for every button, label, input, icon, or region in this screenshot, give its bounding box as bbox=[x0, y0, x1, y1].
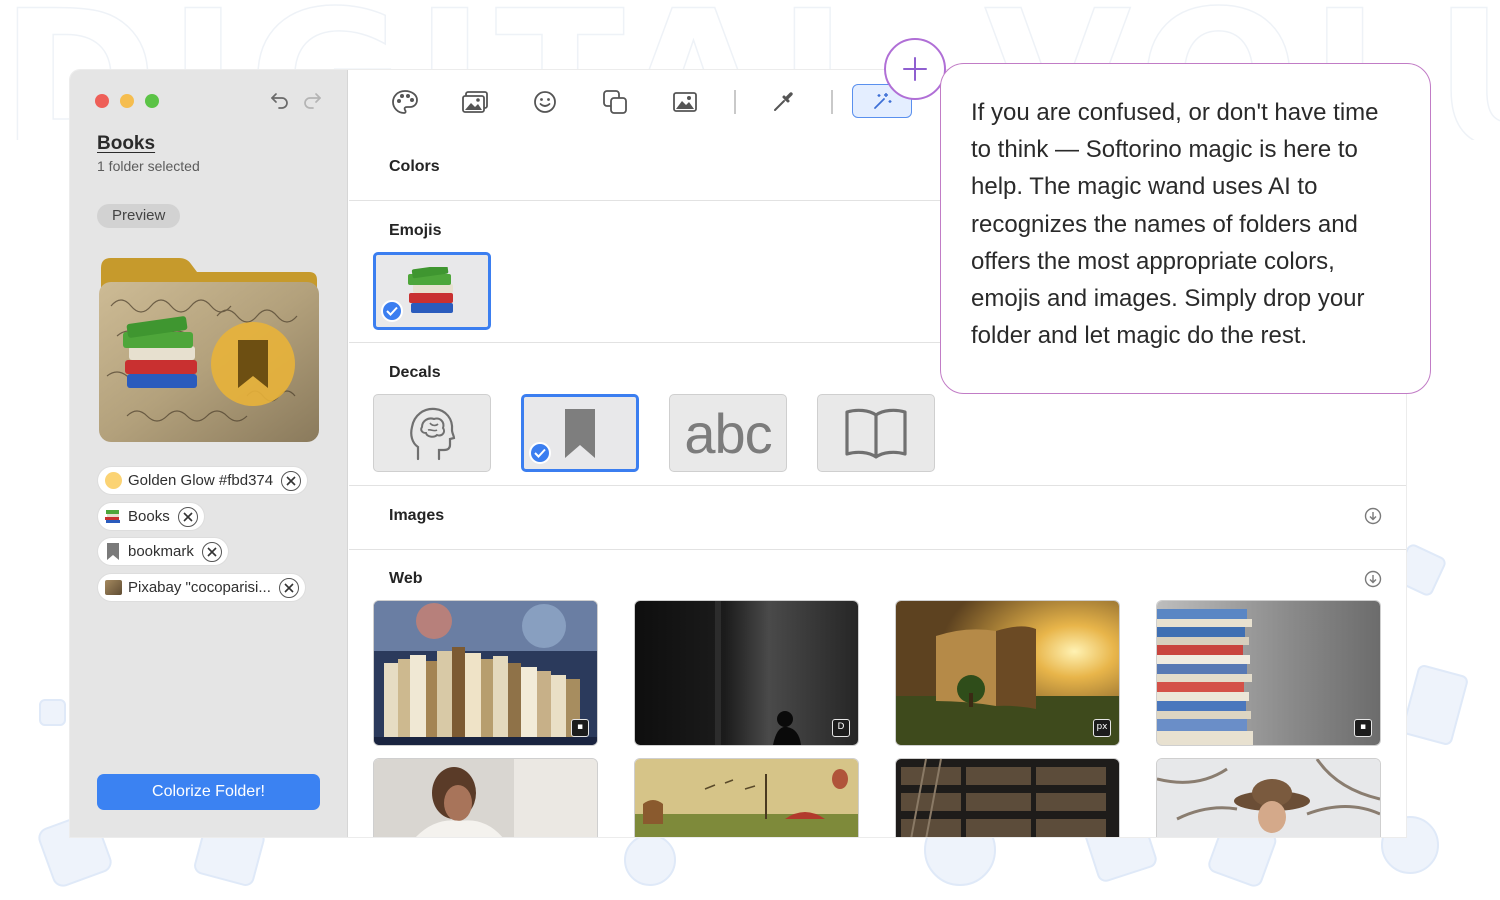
bookmark-icon bbox=[104, 543, 122, 561]
emoji-icon[interactable] bbox=[529, 87, 561, 117]
chip-color-label: Golden Glow #fbd374 bbox=[128, 472, 274, 489]
images-heading: Images bbox=[389, 507, 445, 524]
source-px-badge-icon: px bbox=[1093, 719, 1111, 737]
emoji-tile-books[interactable] bbox=[373, 252, 491, 330]
open-book-icon bbox=[845, 408, 907, 459]
images-icon[interactable] bbox=[459, 87, 491, 117]
decal-abc-text: abc bbox=[684, 401, 772, 465]
source-d-badge-icon: D bbox=[832, 719, 850, 737]
color-swatch bbox=[104, 472, 122, 490]
section-divider bbox=[349, 485, 1406, 486]
emojis-heading: Emojis bbox=[389, 222, 442, 239]
decals-heading: Decals bbox=[389, 364, 441, 381]
toolbar-separator bbox=[734, 90, 736, 114]
close-icon bbox=[286, 475, 296, 486]
web-image-woman-reading[interactable] bbox=[374, 759, 597, 837]
callout-text: If you are confused, or don't have time … bbox=[971, 99, 1379, 350]
chip-color: Golden Glow #fbd374 bbox=[98, 467, 308, 494]
remove-color-button[interactable] bbox=[281, 470, 302, 491]
web-heading: Web bbox=[389, 570, 423, 587]
chip-image: Pixabay "cocoparisi... bbox=[98, 574, 305, 601]
unsplash-badge-icon: ▪ bbox=[1354, 719, 1372, 737]
brain-head-icon bbox=[410, 407, 456, 461]
toolbar-separator bbox=[831, 90, 833, 114]
folder-selection-count: 1 folder selected bbox=[97, 158, 200, 174]
remove-image-button[interactable] bbox=[278, 577, 299, 598]
close-icon bbox=[284, 582, 294, 593]
plus-icon bbox=[903, 57, 927, 81]
unsplash-badge-icon: ▪ bbox=[571, 719, 589, 737]
redo-icon[interactable] bbox=[302, 90, 322, 110]
eyedropper-icon[interactable] bbox=[767, 87, 799, 117]
download-icon[interactable] bbox=[1364, 570, 1382, 588]
web-image-books-shelf[interactable]: ▪ bbox=[374, 601, 597, 745]
selected-check-icon bbox=[381, 300, 403, 322]
colorize-folder-button[interactable]: Colorize Folder! bbox=[97, 774, 320, 810]
books-emoji-icon bbox=[104, 508, 122, 526]
palette-icon[interactable] bbox=[389, 87, 421, 117]
shapes-icon[interactable] bbox=[599, 87, 631, 117]
section-divider bbox=[349, 549, 1406, 550]
remove-emoji-button[interactable] bbox=[177, 506, 198, 527]
bookmark-icon bbox=[565, 409, 595, 458]
chip-image-label: Pixabay "cocoparisi... bbox=[128, 579, 271, 596]
minimize-window-button[interactable] bbox=[120, 94, 134, 108]
decal-tile-bookmark[interactable] bbox=[521, 394, 639, 472]
colors-heading: Colors bbox=[389, 158, 440, 175]
remove-decal-button[interactable] bbox=[201, 541, 222, 562]
decal-tile-brain[interactable] bbox=[373, 394, 491, 472]
magic-wand-icon bbox=[874, 93, 892, 109]
chip-emoji-label: Books bbox=[128, 508, 170, 525]
close-window-button[interactable] bbox=[95, 94, 109, 108]
books-emoji-icon bbox=[408, 267, 453, 313]
zoom-window-button[interactable] bbox=[145, 94, 159, 108]
web-image-surreal-scene[interactable] bbox=[635, 759, 858, 837]
web-image-library[interactable] bbox=[896, 759, 1119, 837]
preview-badge: Preview bbox=[97, 204, 181, 228]
chip-decal-label: bookmark bbox=[128, 543, 194, 560]
download-icon[interactable] bbox=[1364, 507, 1382, 525]
sidebar: Books 1 folder selected Preview Golden G… bbox=[70, 70, 348, 837]
web-image-giant-book[interactable]: px bbox=[896, 601, 1119, 745]
magic-wand-callout: If you are confused, or don't have time … bbox=[940, 63, 1431, 394]
image-icon[interactable] bbox=[669, 87, 701, 117]
selected-check-icon bbox=[529, 442, 551, 464]
add-button[interactable] bbox=[884, 38, 946, 100]
folder-name[interactable]: Books bbox=[97, 133, 155, 155]
web-image-dark-room[interactable]: D bbox=[635, 601, 858, 745]
close-icon bbox=[183, 511, 193, 522]
decal-tile-abc[interactable]: abc bbox=[669, 394, 787, 472]
image-thumbnail-icon bbox=[104, 579, 122, 597]
close-icon bbox=[207, 546, 217, 557]
decal-tile-open-book[interactable] bbox=[817, 394, 935, 472]
chip-emoji: Books bbox=[98, 503, 204, 530]
web-image-woman-hat[interactable] bbox=[1157, 759, 1380, 837]
folder-preview-image bbox=[99, 258, 319, 442]
web-image-stacked-books[interactable]: ▪ bbox=[1157, 601, 1380, 745]
chip-decal: bookmark bbox=[98, 538, 228, 565]
undo-icon[interactable] bbox=[270, 90, 290, 110]
